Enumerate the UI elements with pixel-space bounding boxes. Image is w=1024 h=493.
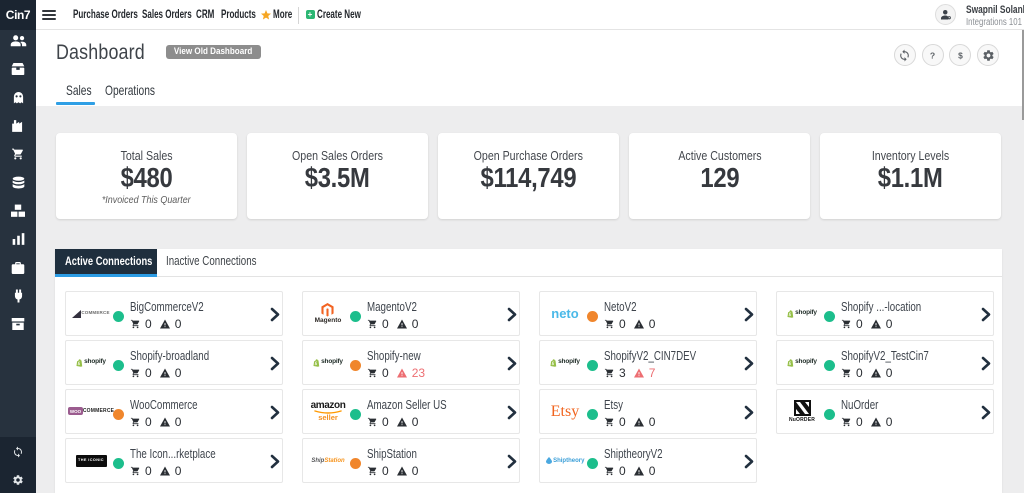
svg-text:$: $ — [958, 50, 963, 60]
svg-text:WOO: WOO — [70, 409, 82, 414]
svg-text:?: ? — [930, 50, 935, 60]
